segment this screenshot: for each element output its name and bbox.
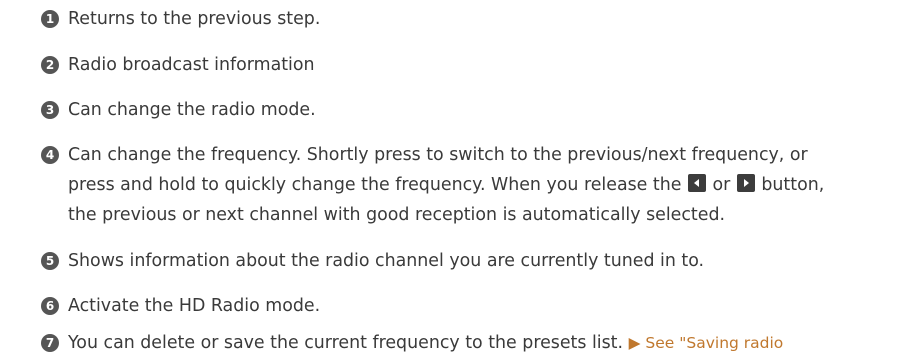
- item-text-line3: the previous or next channel with good r…: [68, 205, 726, 225]
- item-text-line1: Can change the frequency. Shortly press …: [68, 145, 808, 165]
- item-text-line2-after: button,: [761, 175, 825, 195]
- seek-prev-icon: [687, 174, 706, 192]
- item-number-badge: 1: [41, 10, 59, 28]
- seek-next-icon: [736, 174, 755, 192]
- item-number-badge: 2: [41, 56, 59, 74]
- item-number-badge: 3: [41, 101, 59, 119]
- item-text: You can delete or save the current frequ…: [68, 333, 624, 353]
- item-number-badge: 4: [41, 146, 59, 164]
- item-text: Activate the HD Radio mode.: [68, 296, 321, 316]
- item-text: Radio broadcast information: [68, 55, 315, 75]
- item-text: Shows information about the radio channe…: [68, 251, 705, 271]
- item-number-badge: 7: [41, 334, 59, 352]
- item-text: Returns to the previous step.: [68, 9, 321, 29]
- list-item-5: 5 Shows information about the radio chan…: [41, 246, 891, 276]
- item-text-or: or: [712, 175, 731, 195]
- list-item-3: 3 Can change the radio mode.: [41, 95, 891, 125]
- item-text: Can change the radio mode.: [68, 100, 316, 120]
- item-number-badge: 6: [41, 297, 59, 315]
- list-item-7: 7 You can delete or save the current fre…: [41, 328, 891, 358]
- list-item-1: 1 Returns to the previous step.: [41, 4, 891, 34]
- list-item-2: 2 Radio broadcast information: [41, 50, 891, 80]
- item-text-line2-before: press and hold to quickly change the fre…: [68, 175, 682, 195]
- item-text-line1: You can delete or save the current frequ…: [68, 328, 891, 358]
- see-reference-link[interactable]: ▶ See "Saving radio: [629, 334, 784, 352]
- list-item-4: 4 Can change the frequency. Shortly pres…: [41, 140, 891, 230]
- item-number-badge: 5: [41, 252, 59, 270]
- list-item-6: 6 Activate the HD Radio mode.: [41, 291, 891, 321]
- item-text-line2: press and hold to quickly change the fre…: [68, 170, 891, 200]
